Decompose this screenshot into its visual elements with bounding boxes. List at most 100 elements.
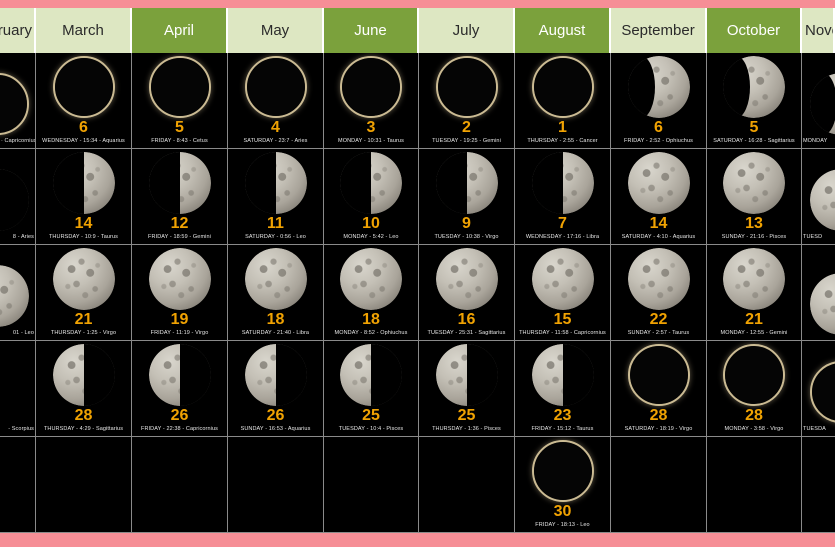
moon-cell[interactable]: 22 SUNDAY - 2:57 - Taurus bbox=[611, 245, 706, 341]
moon-phase-new-icon bbox=[809, 361, 835, 423]
phase-detail-text: MONDAY - 12:55 - Gemini bbox=[720, 330, 788, 336]
moon-cell[interactable]: 6 FRIDAY - 2:52 - Ophiuchus bbox=[611, 53, 706, 149]
moon-cell[interactable]: 3 MONDAY - 10:31 - Taurus bbox=[324, 53, 418, 149]
moon-cell[interactable]: 8 - Aries bbox=[0, 149, 35, 245]
moon-cell[interactable]: 23 FRIDAY - 15:12 - Taurus bbox=[515, 341, 610, 437]
phase-detail-text: FRIDAY - 15:12 - Taurus bbox=[531, 426, 594, 432]
moon-cell[interactable]: 5 FRIDAY - 8:43 - Cetus bbox=[132, 53, 227, 149]
moon-cell-empty[interactable] bbox=[802, 437, 835, 533]
month-header-september[interactable]: September bbox=[611, 8, 707, 53]
moon-cell[interactable]: TUESDA bbox=[802, 341, 835, 437]
moon-cell[interactable] bbox=[802, 245, 835, 341]
moon-cell-empty[interactable]: - Scorpius bbox=[0, 341, 35, 437]
lunar-calendar-page: FebruaryMarchAprilMayJuneJulyAugustSepte… bbox=[0, 0, 835, 547]
moon-cell[interactable]: MONDAY bbox=[802, 53, 835, 149]
month-header-april[interactable]: April bbox=[132, 8, 228, 53]
moon-cell[interactable]: 15 THURSDAY - 11:58 - Capricornius bbox=[515, 245, 610, 341]
month-header-august[interactable]: August bbox=[515, 8, 611, 53]
moon-cell[interactable]: 5 SATURDAY - 16:28 - Sagittarius bbox=[707, 53, 801, 149]
month-header-june[interactable]: June bbox=[324, 8, 419, 53]
moon-phase-first-icon bbox=[531, 152, 594, 214]
moon-cell[interactable]: 30 FRIDAY - 18:13 - Leo bbox=[515, 437, 610, 533]
month-column-september: 6 FRIDAY - 2:52 - Ophiuchus 14 SATURDAY - 4… bbox=[611, 53, 707, 533]
moon-phase-first-icon bbox=[435, 152, 498, 214]
phase-detail-text: SATURDAY - 16:28 - Sagittarius bbox=[713, 138, 795, 144]
month-header-july[interactable]: July bbox=[419, 8, 515, 53]
moon-cell[interactable]: 28 SATURDAY - 18:19 - Virgo bbox=[611, 341, 706, 437]
day-number: 21 bbox=[745, 311, 763, 328]
moon-cell[interactable]: 21 MONDAY - 12:55 - Gemini bbox=[707, 245, 801, 341]
phase-detail-text bbox=[419, 529, 514, 530]
moon-phase-full-icon bbox=[531, 248, 594, 310]
moon-cell[interactable]: 1 THURSDAY - 2:55 - Cancer bbox=[515, 53, 610, 149]
moon-cell[interactable]: 26 FRIDAY - 22:38 - Capricornius bbox=[132, 341, 227, 437]
day-number: 18 bbox=[266, 311, 285, 328]
moon-cell-empty[interactable] bbox=[228, 437, 323, 533]
moon-cell-empty[interactable] bbox=[0, 437, 35, 533]
moon-cell[interactable]: 18 SATURDAY - 21:40 - Libra bbox=[228, 245, 323, 341]
phase-detail-text: - Scorpius bbox=[8, 426, 34, 432]
moon-cell[interactable]: 14 SATURDAY - 4:10 - Aquarius bbox=[611, 149, 706, 245]
phase-detail-text: TUESDA bbox=[803, 426, 826, 432]
phase-detail-text: SUNDAY - 16:53 - Aquarius bbox=[240, 426, 311, 432]
moon-cell[interactable]: 13 SUNDAY - 21:16 - Pisces bbox=[707, 149, 801, 245]
moon-cell[interactable]: 9 TUESDAY - 10:38 - Virgo bbox=[419, 149, 514, 245]
phase-detail-text: SATURDAY - 21:40 - Libra bbox=[241, 330, 310, 336]
moon-phase-first-icon bbox=[52, 152, 115, 214]
phase-detail-text: FRIDAY - 18:13 - Leo bbox=[535, 522, 590, 528]
moon-cell[interactable]: 25 TUESDAY - 10:4 - Pisces bbox=[324, 341, 418, 437]
day-number: 6 bbox=[79, 119, 88, 136]
moon-cell[interactable]: 28 MONDAY - 3:58 - Virgo bbox=[707, 341, 801, 437]
phase-detail-text: THURSDAY - 4:29 - Sagittarius bbox=[43, 426, 124, 432]
moon-phase-last-icon bbox=[435, 344, 498, 406]
moon-phase-last-icon bbox=[244, 344, 307, 406]
moon-cell-empty[interactable] bbox=[132, 437, 227, 533]
moon-cell[interactable]: 14 THURSDAY - 10:9 - Taurus bbox=[36, 149, 131, 245]
moon-cell[interactable]: 7 WEDNESDAY - 17:16 - Libra bbox=[515, 149, 610, 245]
month-header-march[interactable]: March bbox=[36, 8, 132, 53]
moon-cell[interactable]: 16 TUESDAY - 25:31 - Sagittarius bbox=[419, 245, 514, 341]
moon-cell-empty[interactable] bbox=[36, 437, 131, 533]
phase-detail-text: TUESDAY - 19:25 - Gemini bbox=[432, 138, 501, 144]
moon-phase-full-icon bbox=[52, 248, 115, 310]
moon-cell-empty[interactable] bbox=[419, 437, 514, 533]
moon-cell[interactable]: 28 THURSDAY - 4:29 - Sagittarius bbox=[36, 341, 131, 437]
moon-phase-full-icon bbox=[723, 152, 785, 214]
moon-cell[interactable]: 4 SATURDAY - 23:7 - Aries bbox=[228, 53, 323, 149]
phase-detail-text: WEDNESDAY - 17:16 - Libra bbox=[525, 234, 600, 240]
moon-phase-new-icon bbox=[435, 56, 498, 118]
day-number: 25 bbox=[457, 407, 476, 424]
moon-cell-empty[interactable] bbox=[324, 437, 418, 533]
moon-cell[interactable]: 26 SUNDAY - 16:53 - Aquarius bbox=[228, 341, 323, 437]
moon-cell[interactable]: 6 WEDNESDAY - 15:34 - Aquarius bbox=[36, 53, 131, 149]
phase-detail-text: SUNDAY - 21:16 - Pisces bbox=[721, 234, 787, 240]
moon-cell[interactable]: 10 MONDAY - 5:42 - Leo bbox=[324, 149, 418, 245]
moon-cell[interactable]: 2 TUESDAY - 19:25 - Gemini bbox=[419, 53, 514, 149]
moon-cell[interactable]: · Capricornius bbox=[0, 53, 35, 149]
month-column-march: 6 WEDNESDAY - 15:34 - Aquarius 14 THURSDAY … bbox=[36, 53, 132, 533]
moon-cell[interactable]: TUESD bbox=[802, 149, 835, 245]
moon-cell-empty[interactable] bbox=[707, 437, 801, 533]
month-header-october[interactable]: October bbox=[707, 8, 802, 53]
moon-cell[interactable]: 11 SATURDAY - 0:56 - Leo bbox=[228, 149, 323, 245]
month-header-may[interactable]: May bbox=[228, 8, 324, 53]
month-header-november[interactable]: November bbox=[802, 8, 835, 53]
moon-phase-first-icon bbox=[244, 152, 307, 214]
phase-detail-text: THURSDAY - 1:25 - Virgo bbox=[50, 330, 117, 336]
moon-phase-last-icon bbox=[52, 344, 115, 406]
moon-cell[interactable]: 01 - Leo bbox=[0, 245, 35, 341]
moon-cell[interactable]: 21 THURSDAY - 1:25 - Virgo bbox=[36, 245, 131, 341]
month-header-february[interactable]: February bbox=[0, 8, 36, 53]
phase-detail-text: MONDAY - 10:31 - Taurus bbox=[338, 138, 404, 144]
moon-cell[interactable]: 25 THURSDAY - 1:36 - Pisces bbox=[419, 341, 514, 437]
phase-detail-text: THURSDAY - 10:9 - Taurus bbox=[48, 234, 119, 240]
moon-cell-empty[interactable] bbox=[611, 437, 706, 533]
phase-detail-text: FRIDAY - 22:38 - Capricornius bbox=[141, 426, 218, 432]
moon-cell[interactable]: 12 FRIDAY - 18:59 - Gemini bbox=[132, 149, 227, 245]
moon-cell[interactable]: 19 FRIDAY - 11:19 - Virgo bbox=[132, 245, 227, 341]
moon-phase-first-icon bbox=[340, 152, 402, 214]
moon-phase-new-icon bbox=[52, 56, 115, 118]
day-number: 5 bbox=[749, 119, 759, 136]
month-column-november: MONDAY TUESD TUESDA bbox=[802, 53, 835, 533]
moon-cell[interactable]: 18 MONDAY - 8:52 - Ophiuchus bbox=[324, 245, 418, 341]
